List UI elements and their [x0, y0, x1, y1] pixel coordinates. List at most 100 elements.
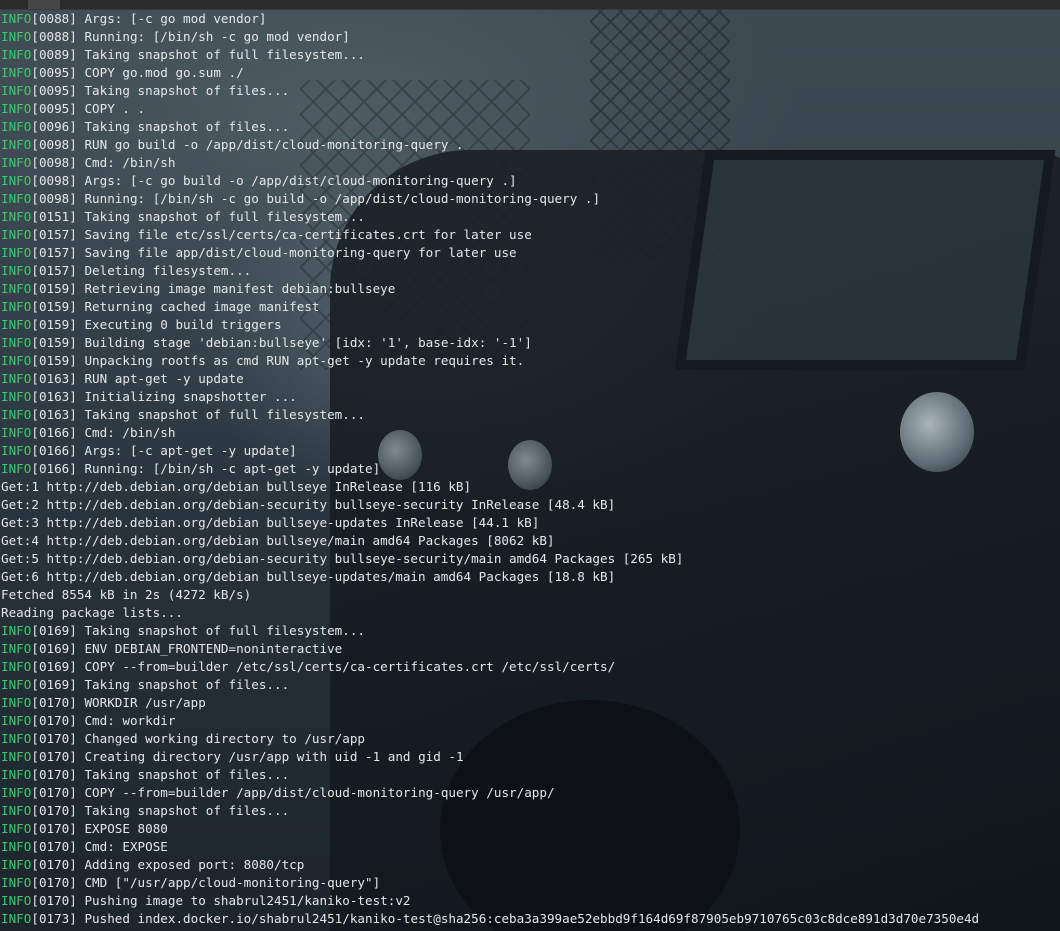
log-line: INFO[0170] Creating directory /usr/app w… — [1, 749, 464, 764]
log-message: Get:1 http://deb.debian.org/debian bulls… — [1, 479, 472, 494]
log-timestamp: 0098 — [38, 137, 70, 152]
log-message: Initializing snapshotter ... — [76, 389, 297, 404]
log-timestamp: 0170 — [38, 839, 70, 854]
log-timestamp: 0163 — [38, 371, 70, 386]
log-timestamp: 0169 — [38, 659, 70, 674]
log-line: INFO[0163] RUN apt-get -y update — [1, 371, 244, 386]
log-timestamp: 0088 — [38, 11, 70, 26]
log-timestamp: 0095 — [38, 101, 70, 116]
log-level: INFO — [1, 299, 32, 314]
log-timestamp: 0166 — [38, 425, 70, 440]
log-level: INFO — [1, 137, 32, 152]
log-level: INFO — [1, 155, 32, 170]
log-timestamp: 0166 — [38, 443, 70, 458]
log-level: INFO — [1, 389, 32, 404]
log-timestamp: 0098 — [38, 191, 70, 206]
log-level: INFO — [1, 119, 32, 134]
log-timestamp: 0170 — [38, 875, 70, 890]
log-line: INFO[0166] Cmd: /bin/sh — [1, 425, 176, 440]
terminal-output[interactable]: INFO[0088] Args: [-c go mod vendor] INFO[… — [1, 10, 979, 928]
log-timestamp: 0159 — [38, 317, 70, 332]
log-level: INFO — [1, 893, 32, 908]
log-line: Get:6 http://deb.debian.org/debian bulls… — [1, 568, 979, 586]
log-message: Deleting filesystem... — [76, 263, 252, 278]
log-message: Creating directory /usr/app with uid -1 … — [76, 749, 464, 764]
log-timestamp: 0170 — [38, 821, 70, 836]
log-message: Get:3 http://deb.debian.org/debian bulls… — [1, 515, 540, 530]
log-level: INFO — [1, 263, 32, 278]
log-level: INFO — [1, 209, 32, 224]
log-level: INFO — [1, 173, 32, 188]
log-message: Returning cached image manifest — [76, 299, 320, 314]
log-line: INFO[0170] COPY --from=builder /app/dist… — [1, 785, 555, 800]
log-message: Get:5 http://deb.debian.org/debian-secur… — [1, 551, 684, 566]
log-line: INFO[0089] Taking snapshot of full files… — [1, 47, 365, 62]
log-level: INFO — [1, 623, 32, 638]
log-level: INFO — [1, 65, 32, 80]
log-message: Taking snapshot of files... — [76, 677, 290, 692]
log-level: INFO — [1, 425, 32, 440]
log-timestamp: 0098 — [38, 173, 70, 188]
log-timestamp: 0170 — [38, 893, 70, 908]
log-message: Running: [/bin/sh -c go build -o /app/di… — [76, 191, 601, 206]
log-level: INFO — [1, 767, 32, 782]
log-line: INFO[0163] Taking snapshot of full files… — [1, 407, 365, 422]
log-message: Taking snapshot of full filesystem... — [76, 407, 365, 422]
log-timestamp: 0157 — [38, 263, 70, 278]
log-line: INFO[0159] Building stage 'debian:bullse… — [1, 335, 532, 350]
log-line: INFO[0170] CMD ["/usr/app/cloud-monitori… — [1, 875, 381, 890]
log-message: COPY . . — [76, 101, 146, 116]
log-message: Cmd: EXPOSE — [76, 839, 168, 854]
log-message: RUN apt-get -y update — [76, 371, 244, 386]
log-timestamp: 0173 — [38, 911, 70, 926]
log-message: ENV DEBIAN_FRONTEND=noninteractive — [76, 641, 343, 656]
log-message: Retrieving image manifest debian:bullsey… — [76, 281, 396, 296]
log-line: INFO[0098] Running: [/bin/sh -c go build… — [1, 191, 601, 206]
log-timestamp: 0169 — [38, 641, 70, 656]
log-message: Unpacking rootfs as cmd RUN apt-get -y u… — [76, 353, 525, 368]
log-line: INFO[0095] COPY go.mod go.sum ./ — [1, 65, 244, 80]
log-line: Get:5 http://deb.debian.org/debian-secur… — [1, 550, 979, 568]
log-timestamp: 0170 — [38, 713, 70, 728]
terminal-tab[interactable] — [28, 0, 60, 9]
log-line: INFO[0088] Running: [/bin/sh -c go mod v… — [1, 29, 350, 44]
log-line: INFO[0166] Args: [-c apt-get -y update] — [1, 443, 297, 458]
log-line: INFO[0170] Cmd: EXPOSE — [1, 839, 168, 854]
log-level: INFO — [1, 911, 32, 926]
log-timestamp: 0089 — [38, 47, 70, 62]
log-line: Reading package lists... — [1, 604, 979, 622]
log-message: Cmd: workdir — [76, 713, 176, 728]
log-timestamp: 0157 — [38, 245, 70, 260]
log-message: Args: [-c go mod vendor] — [76, 11, 267, 26]
log-line: INFO[0095] COPY . . — [1, 101, 146, 116]
log-level: INFO — [1, 281, 32, 296]
window-top-bar — [0, 0, 1060, 10]
log-level: INFO — [1, 371, 32, 386]
log-message: Reading package lists... — [1, 605, 183, 620]
log-message: COPY go.mod go.sum ./ — [76, 65, 244, 80]
log-level: INFO — [1, 731, 32, 746]
terminal-window[interactable]: INFO[0088] Args: [-c go mod vendor] INFO[… — [0, 0, 1060, 931]
log-line: INFO[0170] Taking snapshot of files... — [1, 767, 290, 782]
log-message: Args: [-c apt-get -y update] — [76, 443, 297, 458]
log-line: INFO[0170] Pushing image to shabrul2451/… — [1, 893, 411, 908]
log-timestamp: 0159 — [38, 299, 70, 314]
log-message: Building stage 'debian:bullseye' [idx: '… — [76, 335, 532, 350]
log-message: COPY --from=builder /etc/ssl/certs/ca-ce… — [76, 659, 616, 674]
log-level: INFO — [1, 749, 32, 764]
log-level: INFO — [1, 839, 32, 854]
log-line: INFO[0170] EXPOSE 8080 — [1, 821, 168, 836]
log-line: INFO[0170] WORKDIR /usr/app — [1, 695, 206, 710]
log-timestamp: 0170 — [38, 731, 70, 746]
log-level: INFO — [1, 353, 32, 368]
log-level: INFO — [1, 191, 32, 206]
log-line: Get:3 http://deb.debian.org/debian bulls… — [1, 514, 979, 532]
log-level: INFO — [1, 461, 32, 476]
log-message: Pushing image to shabrul2451/kaniko-test… — [76, 893, 411, 908]
log-timestamp: 0098 — [38, 155, 70, 170]
log-message: Get:4 http://deb.debian.org/debian bulls… — [1, 533, 555, 548]
log-message: Adding exposed port: 8080/tcp — [76, 857, 305, 872]
log-message: Args: [-c go build -o /app/dist/cloud-mo… — [76, 173, 517, 188]
log-timestamp: 0157 — [38, 227, 70, 242]
log-message: RUN go build -o /app/dist/cloud-monitori… — [76, 137, 464, 152]
